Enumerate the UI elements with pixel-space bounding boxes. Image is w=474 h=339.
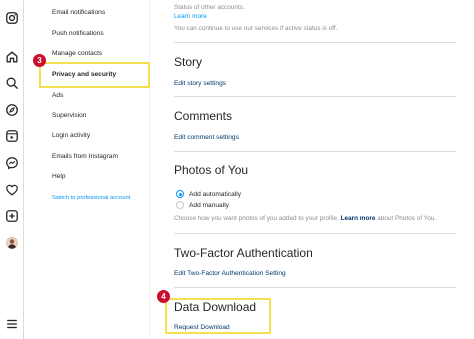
add-automatically-label: Add automatically xyxy=(189,190,242,198)
nav-item-supervision[interactable]: Supervision xyxy=(52,112,86,119)
home-icon[interactable] xyxy=(4,49,20,65)
explore-icon[interactable] xyxy=(4,102,20,118)
edit-two-factor-link[interactable]: Edit Two-Factor Authentication Setting xyxy=(174,270,286,277)
section-divider xyxy=(174,287,456,288)
search-icon[interactable] xyxy=(4,75,20,91)
section-divider xyxy=(174,233,456,234)
photos-help-after: about Photos of You. xyxy=(377,215,437,222)
add-automatically-option[interactable]: Add automatically xyxy=(176,190,241,198)
nav-item-emails-from-instagram[interactable]: Emails from Instagram xyxy=(52,153,118,160)
data-download-section-title: Data Download xyxy=(174,300,257,314)
profile-avatar[interactable] xyxy=(4,235,20,251)
settings-nav: Email notifications Push notifications M… xyxy=(25,0,150,339)
activity-status-note: You can continue to use our services if … xyxy=(174,25,338,32)
nav-item-help[interactable]: Help xyxy=(52,173,66,180)
reels-icon[interactable] xyxy=(4,128,20,144)
notifications-heart-icon[interactable] xyxy=(4,182,20,198)
menu-hamburger-icon[interactable] xyxy=(4,316,20,332)
edit-comment-settings-link[interactable]: Edit comment settings xyxy=(174,134,239,141)
comments-section-title: Comments xyxy=(174,109,233,123)
add-manually-radio[interactable] xyxy=(176,201,184,209)
request-download-link[interactable]: Request Download xyxy=(174,324,230,331)
messenger-icon[interactable] xyxy=(4,155,20,171)
add-manually-option[interactable]: Add manually xyxy=(176,201,229,209)
photos-learn-more-link[interactable]: Learn more xyxy=(341,215,376,222)
edit-story-settings-link[interactable]: Edit story settings xyxy=(174,80,226,87)
activity-learn-more-link[interactable]: Learn more xyxy=(174,13,207,20)
section-divider xyxy=(174,42,456,43)
story-section-title: Story xyxy=(174,55,203,69)
section-divider xyxy=(174,96,456,97)
nav-item-push-notifications[interactable]: Push notifications xyxy=(52,30,104,37)
step-badge-4: 4 xyxy=(157,290,170,303)
nav-item-email-notifications[interactable]: Email notifications xyxy=(52,9,105,16)
nav-item-privacy-and-security[interactable]: Privacy and security xyxy=(52,71,116,78)
photos-help-text: Choose how you want photos of you added … xyxy=(174,215,436,222)
add-manually-label: Add manually xyxy=(189,201,229,209)
left-icon-rail xyxy=(0,0,24,339)
photos-of-you-section-title: Photos of You xyxy=(174,163,249,177)
step-badge-3: 3 xyxy=(33,54,46,67)
create-plus-icon[interactable] xyxy=(4,208,20,224)
nav-item-manage-contacts[interactable]: Manage contacts xyxy=(52,50,102,57)
nav-item-login-activity[interactable]: Login activity xyxy=(52,132,90,139)
two-factor-section-title: Two-Factor Authentication xyxy=(174,246,313,260)
nav-item-ads[interactable]: Ads xyxy=(52,92,63,99)
instagram-icon[interactable] xyxy=(4,10,20,26)
section-divider xyxy=(174,151,456,152)
privacy-settings-content: Status of other accounts. Learn more You… xyxy=(151,0,474,339)
activity-status-description: Status of other accounts. xyxy=(174,4,245,11)
add-automatically-radio[interactable] xyxy=(176,190,184,198)
photos-help-before: Choose how you want photos of you added … xyxy=(174,215,339,222)
nav-item-switch-to-professional[interactable]: Switch to professional account xyxy=(52,195,130,201)
